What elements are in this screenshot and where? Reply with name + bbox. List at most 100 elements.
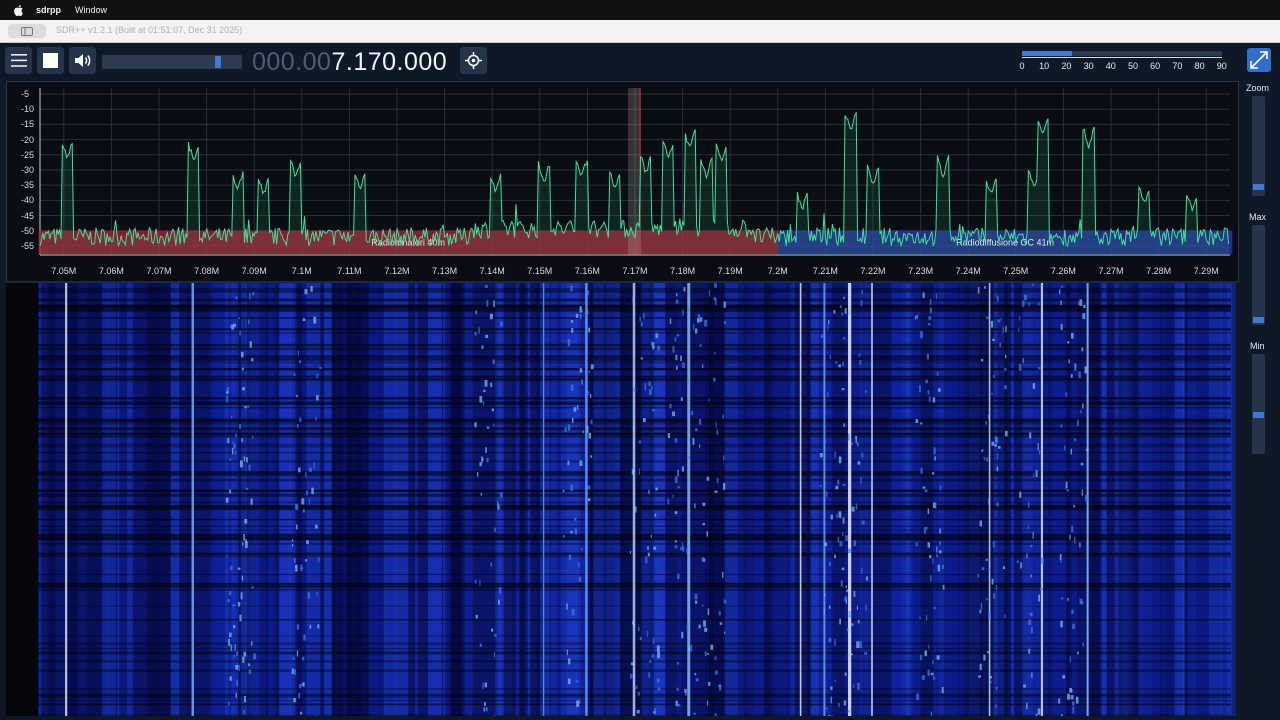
- waterfall-speck: [302, 318, 306, 321]
- snr-scale-label: 10: [1039, 61, 1050, 71]
- max-slider[interactable]: [1252, 225, 1265, 325]
- snr-meter-track: [1022, 51, 1222, 56]
- min-slider[interactable]: [1252, 354, 1265, 454]
- frequency-display[interactable]: 000.007.170.000: [252, 47, 447, 77]
- waterfall-speck: [996, 502, 999, 507]
- volume-slider[interactable]: [102, 55, 242, 69]
- waterfall-speck: [930, 672, 934, 676]
- waterfall-speck: [629, 673, 633, 679]
- waterfall-speck: [990, 320, 994, 328]
- zoom-slider[interactable]: [1252, 96, 1265, 196]
- waterfall-speck: [936, 371, 939, 376]
- waterfall-speck: [861, 520, 865, 525]
- waterfall-speck: [714, 283, 717, 288]
- collapse-sidebar-button[interactable]: [1247, 48, 1271, 72]
- mute-button[interactable]: [69, 47, 96, 74]
- waterfall-speck: [571, 608, 575, 616]
- fft-x-axis-label: 7.22M: [860, 266, 886, 276]
- waterfall-speck: [229, 632, 232, 638]
- max-label: Max: [1249, 212, 1267, 222]
- waterfall-speck: [1080, 462, 1084, 466]
- waterfall-speck: [243, 533, 245, 541]
- waterfall-speck: [939, 541, 941, 545]
- waterfall-speck: [578, 561, 580, 568]
- waterfall-speck: [482, 401, 485, 406]
- waterfall-speck: [979, 520, 983, 527]
- waterfall-speck: [843, 423, 845, 427]
- waterfall-speck: [838, 511, 842, 518]
- waterfall-speck: [992, 338, 995, 342]
- waterfall-speck: [1058, 698, 1061, 704]
- max-slider-handle[interactable]: [1253, 317, 1264, 323]
- waterfall-speck: [1067, 341, 1070, 344]
- waterfall-plot[interactable]: [6, 283, 1237, 716]
- fft-y-axis-label: -40: [21, 195, 35, 206]
- waterfall-speck: [1074, 536, 1076, 544]
- zoom-slider-handle[interactable]: [1253, 183, 1264, 190]
- waterfall-speck: [652, 342, 655, 348]
- frequency-active-digits[interactable]: 7.170.000: [331, 48, 447, 76]
- waterfall-carrier: [848, 283, 852, 716]
- waterfall-speck: [475, 614, 478, 619]
- waterfall-speck: [1019, 491, 1022, 498]
- waterfall-speck: [300, 711, 303, 715]
- waterfall-speck: [298, 693, 301, 699]
- waterfall-speck: [702, 502, 706, 507]
- waterfall-speck: [645, 556, 648, 564]
- waterfall-speck: [723, 599, 727, 604]
- volume-slider-handle[interactable]: [214, 56, 221, 68]
- waterfall-display[interactable]: [6, 283, 1237, 716]
- waterfall-speck: [227, 437, 230, 444]
- waterfall-speck: [590, 455, 593, 458]
- waterfall-speck: [579, 313, 582, 320]
- waterfall-speck: [672, 411, 675, 417]
- waterfall-speck: [830, 696, 832, 704]
- waterfall-speck: [989, 675, 993, 679]
- sidebar-toggle-button[interactable]: [8, 24, 46, 38]
- waterfall-speck: [1072, 706, 1075, 714]
- waterfall-speck: [828, 637, 832, 643]
- waterfall-speck: [855, 435, 858, 440]
- waterfall-speck: [483, 389, 486, 392]
- waterfall-speck: [838, 456, 842, 464]
- center-tuning-button[interactable]: [460, 47, 487, 74]
- waterfall-speck: [849, 708, 851, 713]
- waterfall-speck: [587, 498, 591, 502]
- fft-spectrum[interactable]: Radioamatori 40m Radiodiffusione OC 41m -…: [6, 81, 1239, 282]
- waterfall-speck: [1040, 587, 1043, 591]
- waterfall-speck: [646, 630, 648, 637]
- waterfall-speck: [650, 341, 653, 346]
- waterfall-speck: [489, 313, 493, 320]
- waterfall-speck: [230, 415, 233, 419]
- frequency-leading-digits[interactable]: 000.00: [252, 48, 331, 76]
- stop-button[interactable]: [37, 47, 64, 74]
- waterfall-speck: [1004, 354, 1007, 359]
- apple-logo-icon[interactable]: [13, 4, 24, 16]
- stop-square-icon: [43, 53, 58, 68]
- menu-window[interactable]: Window: [75, 5, 107, 15]
- waterfall-speck: [233, 323, 236, 328]
- waterfall-speck: [704, 627, 708, 632]
- waterfall-speck: [253, 653, 256, 660]
- waterfall-speck: [672, 345, 675, 353]
- snr-scale-label: 70: [1172, 61, 1183, 71]
- waterfall-speck: [988, 612, 991, 620]
- waterfall-speck: [493, 715, 496, 716]
- waterfall-speck: [484, 702, 486, 706]
- waterfall-speck: [838, 702, 840, 707]
- waterfall-speck: [1028, 619, 1032, 626]
- waterfall-speck: [834, 679, 836, 682]
- waterfall-speck: [1018, 327, 1020, 332]
- waterfall-speck: [588, 432, 592, 439]
- waterfall-speck: [1080, 409, 1082, 414]
- waterfall-speck: [723, 301, 726, 308]
- waterfall-speck: [936, 655, 940, 660]
- fft-plot[interactable]: Radioamatori 40m Radiodiffusione OC 41m: [7, 82, 1238, 281]
- waterfall-speck: [648, 672, 651, 678]
- min-slider-handle[interactable]: [1253, 411, 1264, 418]
- waterfall-speck: [996, 466, 999, 472]
- waterfall-speck: [837, 536, 840, 543]
- fft-y-axis-label: -20: [21, 134, 35, 145]
- menu-button[interactable]: [5, 47, 32, 74]
- menu-app-name[interactable]: sdrpp: [36, 5, 61, 15]
